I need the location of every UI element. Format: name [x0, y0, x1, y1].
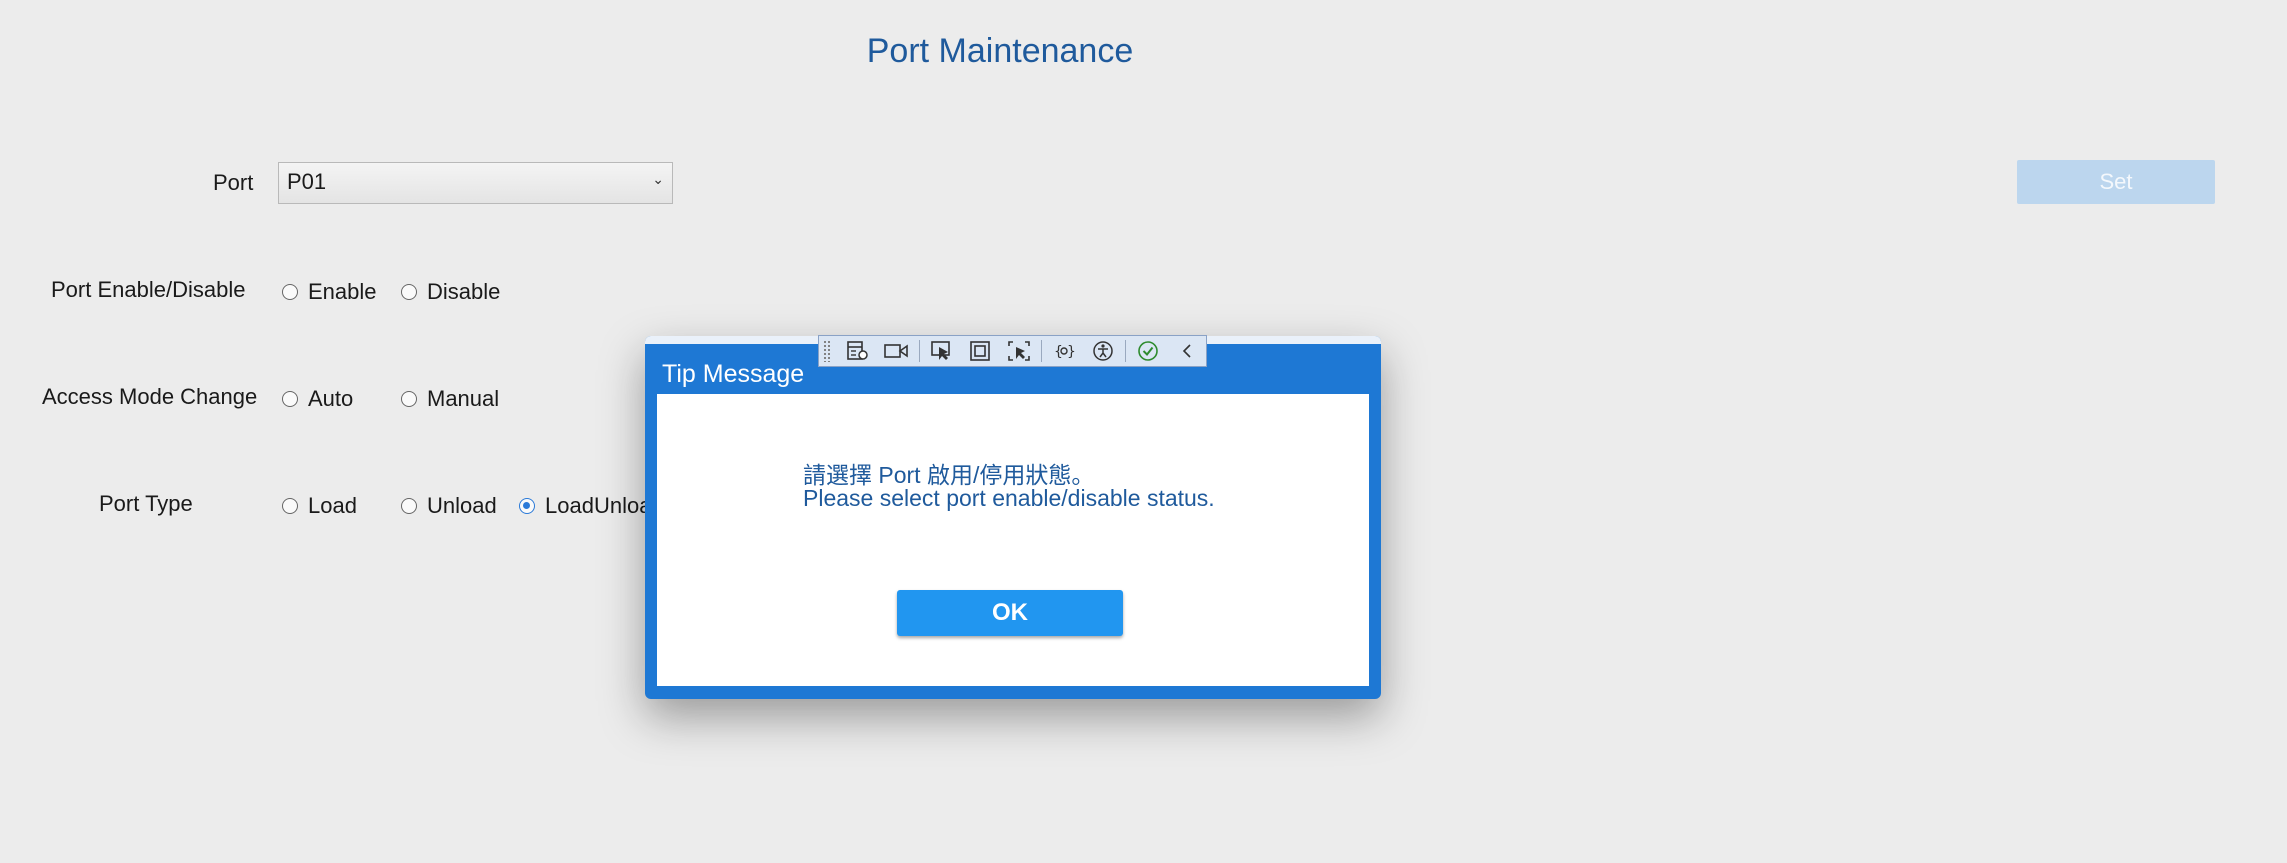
access-mode-label: Access Mode Change: [42, 384, 258, 409]
radio-icon: [401, 498, 417, 514]
radio-icon: [282, 391, 298, 407]
dialog-message-english: Please select port enable/disable status…: [803, 485, 1215, 511]
unload-radio[interactable]: Unload: [401, 493, 497, 519]
port-enable-label: Port Enable/Disable: [51, 277, 246, 302]
debug-toolbar: {}: [818, 335, 1207, 367]
port-type-label: Port Type: [99, 491, 193, 516]
video-record-icon[interactable]: [882, 338, 911, 364]
port-dropdown[interactable]: P01 ⌄: [278, 162, 673, 204]
enable-radio-label: Enable: [308, 279, 377, 304]
binding-failures-icon[interactable]: {}: [1050, 338, 1079, 364]
track-focus-icon[interactable]: [1005, 338, 1034, 364]
select-element-icon[interactable]: [928, 338, 957, 364]
collapse-icon[interactable]: [1172, 338, 1201, 364]
radio-icon: [282, 284, 298, 300]
toolbar-separator: [1041, 340, 1042, 362]
dialog-title: Tip Message: [662, 360, 805, 388]
radio-icon: [401, 391, 417, 407]
display-layout-adorners-icon[interactable]: [966, 338, 995, 364]
manual-radio[interactable]: Manual: [401, 386, 499, 412]
hot-reload-ok-icon[interactable]: [1134, 338, 1163, 364]
port-label: Port: [213, 170, 254, 195]
toolbar-separator: [918, 340, 920, 362]
live-visual-tree-icon[interactable]: [844, 338, 873, 364]
toolbar-separator: [1125, 340, 1126, 362]
svg-text:}: }: [1067, 344, 1075, 360]
page-title: Port Maintenance: [866, 32, 1134, 70]
unload-radio-label: Unload: [427, 493, 497, 518]
auto-radio[interactable]: Auto: [282, 386, 353, 412]
tip-message-dialog: Tip Message 請選擇 Port 啟用/停用狀態。 Please sel…: [645, 336, 1381, 699]
dialog-body: 請選擇 Port 啟用/停用狀態。 Please select port ena…: [657, 394, 1369, 686]
port-dropdown-value: P01: [287, 169, 327, 194]
load-radio[interactable]: Load: [282, 493, 357, 519]
radio-icon: [282, 498, 298, 514]
radio-selected-icon: [519, 498, 535, 514]
drag-handle[interactable]: [823, 340, 831, 362]
loadunload-radio[interactable]: LoadUnload: [519, 493, 664, 519]
disable-radio-label: Disable: [427, 279, 501, 304]
auto-radio-label: Auto: [308, 386, 354, 411]
load-radio-label: Load: [308, 493, 357, 518]
chevron-down-icon: ⌄: [652, 171, 664, 187]
ok-button[interactable]: OK: [897, 590, 1123, 636]
set-button[interactable]: Set: [2017, 160, 2215, 204]
disable-radio[interactable]: Disable: [401, 279, 500, 305]
accessibility-icon[interactable]: [1089, 338, 1118, 364]
manual-radio-label: Manual: [427, 386, 500, 411]
radio-icon: [401, 284, 417, 300]
enable-radio[interactable]: Enable: [282, 279, 377, 305]
